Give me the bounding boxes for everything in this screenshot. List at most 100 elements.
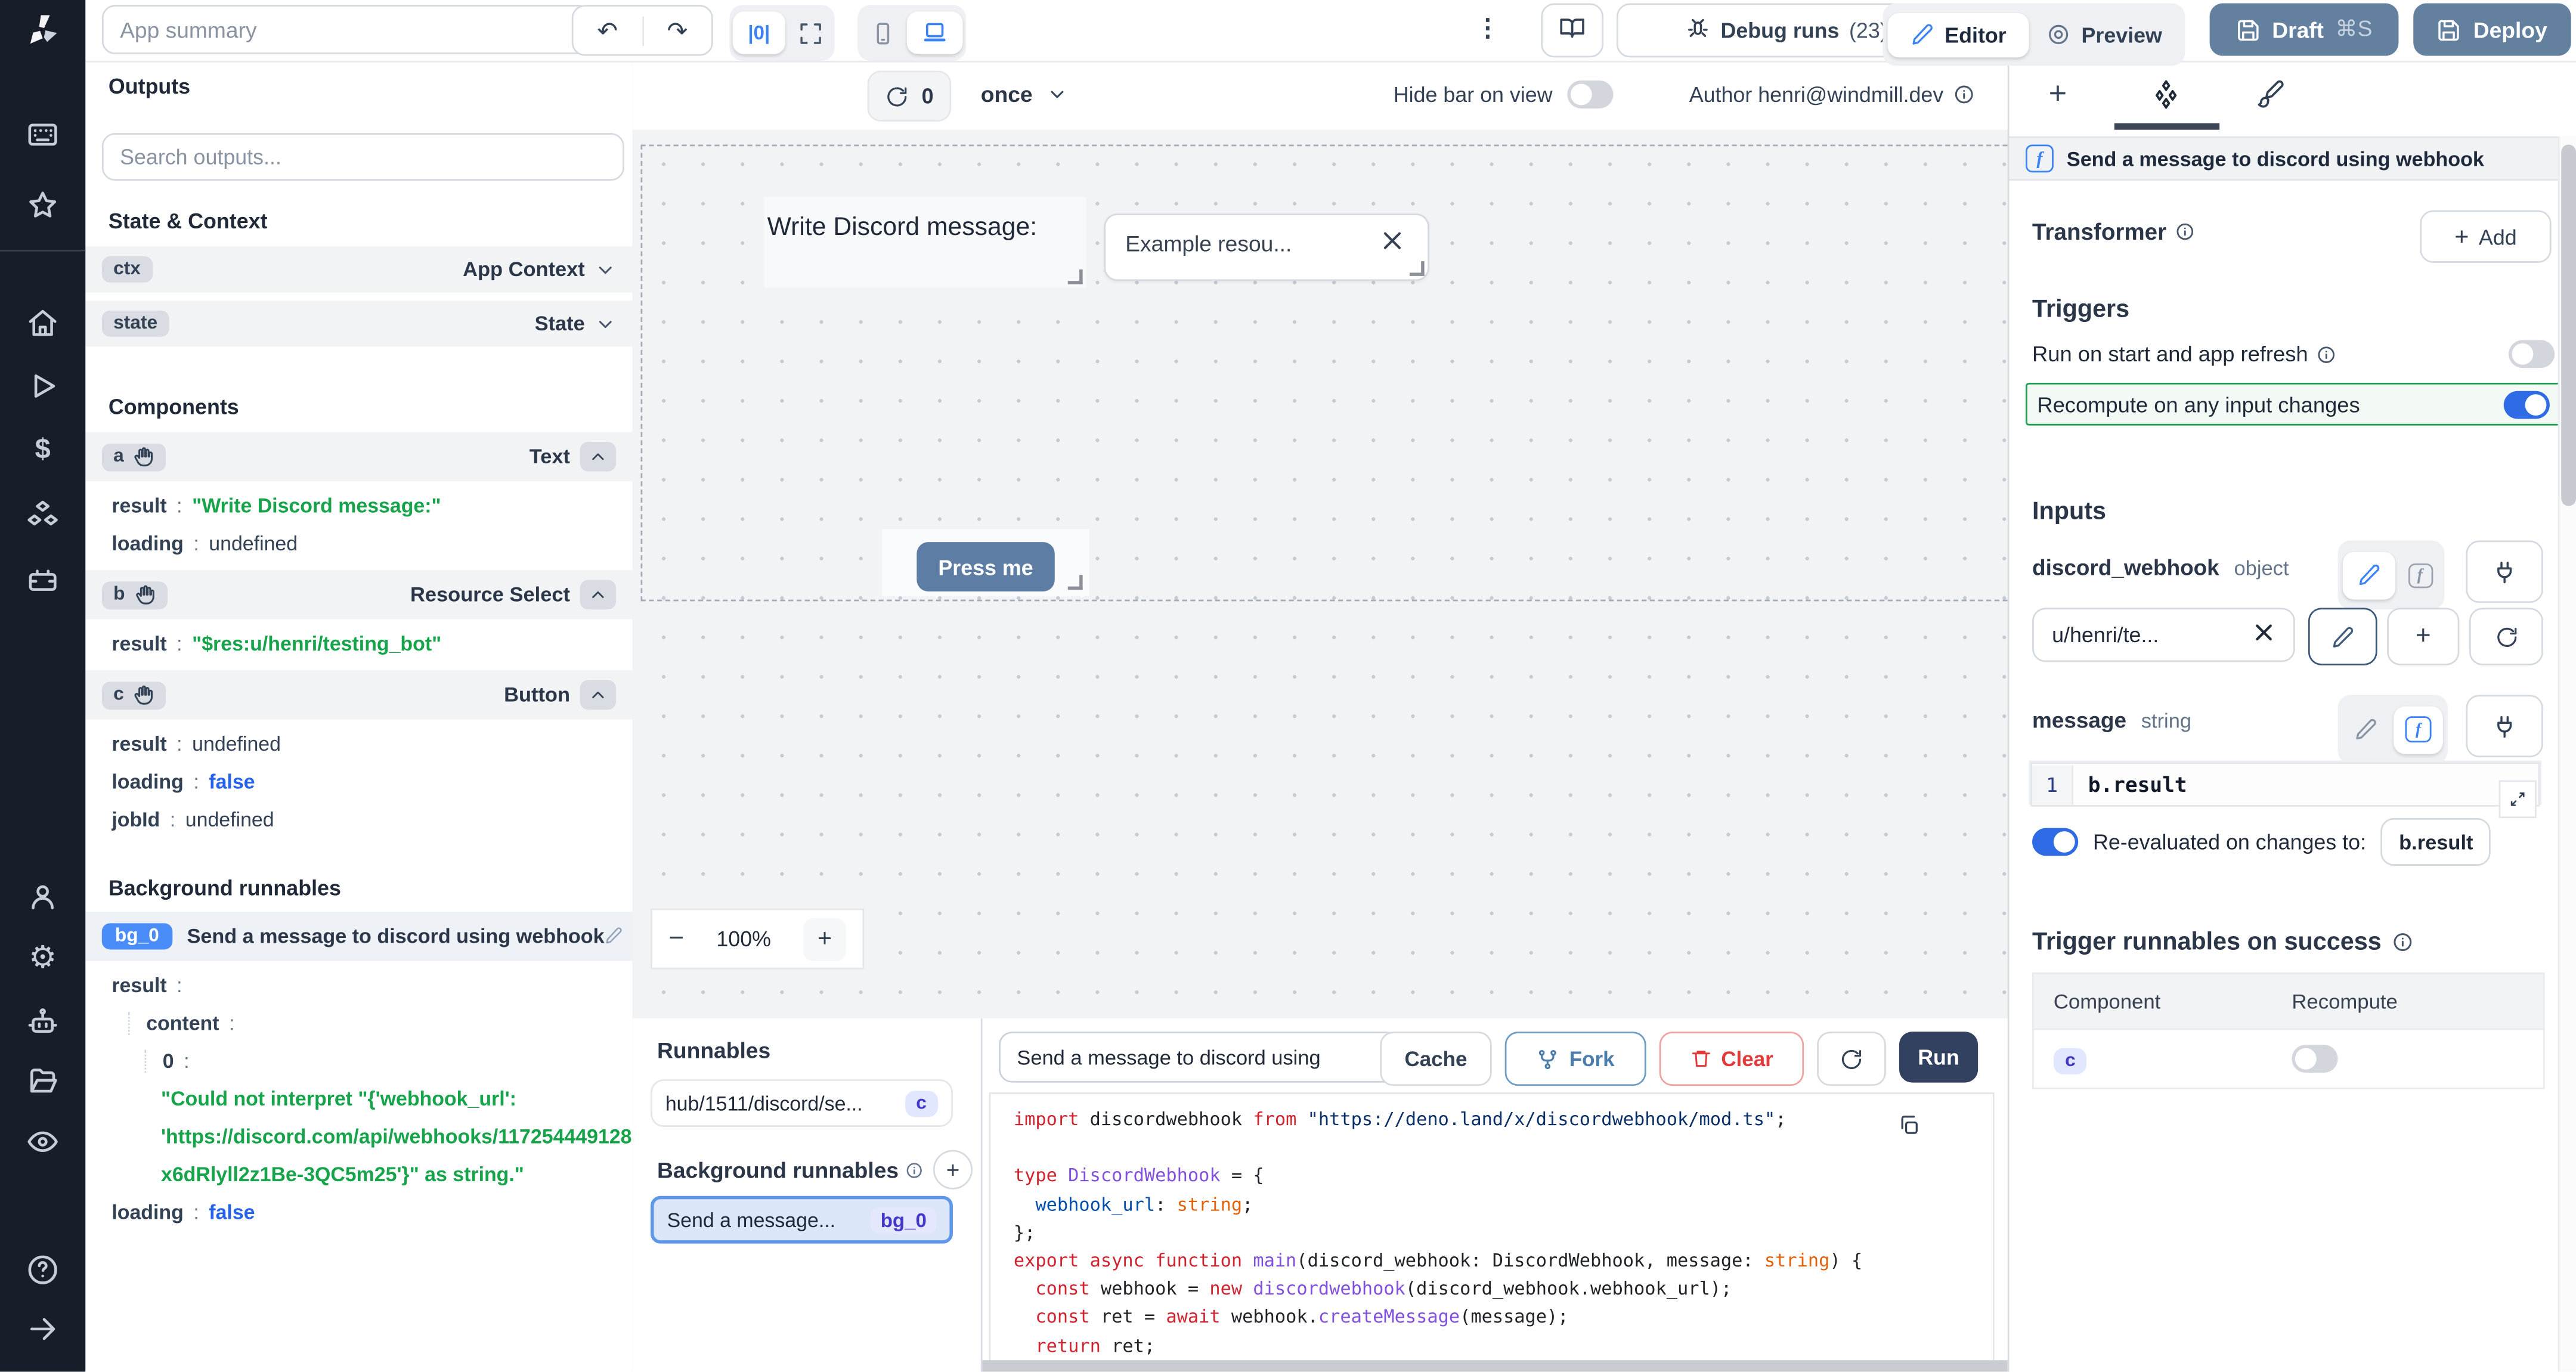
arrow-right-icon[interactable] [26,1312,59,1345]
bg-runnable-label: Send a message... [667,1208,836,1231]
chevron-up-icon[interactable] [580,680,617,710]
recompute-toggle[interactable] [2504,390,2550,418]
state-row[interactable]: state State [85,301,632,346]
reevaluate-toggle[interactable] [2032,828,2078,856]
app-summary-input[interactable]: App summary [102,5,592,54]
refresh-count-button[interactable]: 0 [868,70,952,121]
run-on-start-toggle[interactable] [2509,340,2555,368]
bg0-header[interactable]: bg_0 Send a message to discord using web… [85,912,632,961]
clipboard-copy-icon[interactable] [1897,1114,1921,1142]
press-me-button[interactable]: Press me [917,542,1054,591]
fork-button[interactable]: Fork [1505,1032,1646,1086]
tab-editor[interactable]: Editor [1888,13,2029,57]
dollar-icon[interactable]: $ [26,433,59,466]
vertical-scrollbar[interactable] [2558,137,2576,1372]
app-canvas[interactable]: Write Discord message: Example resou... … [633,130,2008,1019]
code-editor[interactable]: import discordwebhook from "https://deno… [989,1092,1995,1364]
horizontal-scrollbar[interactable] [983,1360,2008,1371]
edit-resource-button[interactable] [2308,608,2377,665]
resize-handle[interactable] [1068,575,1083,590]
style-tab-icon[interactable] [2256,79,2286,113]
bg-runnable-badge: bg_0 [871,1207,936,1233]
runnable-name-input[interactable]: Send a message to discord using [999,1032,1400,1082]
run-button[interactable]: Run [1899,1032,1978,1082]
boxes-icon[interactable] [26,500,59,532]
input2-expression-editor[interactable]: 1 b.result [2029,761,2542,805]
refresh-code-button[interactable] [1817,1032,1886,1086]
help-icon[interactable] [26,1253,59,1286]
desktop-icon[interactable] [907,11,963,54]
worker-icon[interactable] [26,1005,59,1038]
text-component-cell[interactable]: Write Discord message: [764,197,1086,288]
chevron-up-icon[interactable] [580,580,617,610]
frequency-select[interactable]: once [981,70,1067,118]
draft-button[interactable]: Draft ⌘S [2210,4,2399,56]
user-icon[interactable] [26,881,59,913]
clear-resource-icon[interactable] [2252,621,2275,649]
reevaluate-chip[interactable]: b.result [2381,818,2491,866]
eval-mode-function-icon[interactable]: f [2400,563,2439,587]
hide-bar-toggle[interactable] [1567,80,1613,109]
cache-button[interactable]: Cache [1380,1032,1491,1086]
gear-icon[interactable]: ⚙ [26,943,59,975]
clear-selection-icon[interactable] [1380,228,1404,258]
resize-handle[interactable] [1410,261,1425,276]
home-icon[interactable] [26,307,59,340]
topbar: App summary ↶ ↷ |0| ⋮ Debug runs (23) Ed… [85,0,2576,63]
add-bg-runnable-button[interactable]: + [933,1150,973,1190]
component-a-header[interactable]: a Text [85,432,632,482]
input2-connect-button[interactable] [2466,695,2543,757]
runnable-item[interactable]: hub/1511/discord/se... c [651,1079,953,1127]
eval-mode-function-icon[interactable]: f [2394,705,2443,753]
button-component-cell[interactable]: Press me [882,529,1089,596]
scrollbar-thumb[interactable] [2561,144,2576,506]
fullscreen-icon[interactable] [788,20,831,45]
mobile-icon[interactable] [861,20,904,45]
component-c-chip: c [2054,1048,2087,1074]
deploy-button[interactable]: Deploy [2413,4,2571,56]
row-recompute-toggle[interactable] [2292,1045,2337,1073]
ctx-row[interactable]: ctx App Context [85,246,632,292]
zoom-in-icon[interactable]: + [803,918,846,961]
book-icon [1559,15,1586,46]
resource-select-component[interactable]: Example resou... [1104,213,1429,281]
bg-runnable-item-selected[interactable]: Send a message... bg_0 [651,1196,953,1244]
components-tab-icon[interactable] [2150,79,2181,115]
star-icon[interactable] [26,189,59,222]
zoom-out-icon[interactable]: − [668,924,684,954]
eye-icon[interactable] [26,1125,59,1158]
input1-resource-box[interactable]: u/henri/te... [2032,608,2295,662]
clear-button[interactable]: Clear [1659,1032,1804,1086]
input1-connect-button[interactable] [2466,540,2543,603]
chevron-down-icon[interactable] [595,259,616,280]
add-tab-icon[interactable]: + [2049,77,2067,113]
undo-icon[interactable]: ↶ [574,16,643,45]
chevron-down-icon[interactable] [595,313,616,335]
static-mode-pencil-icon[interactable] [2343,551,2395,599]
app-grid-icon[interactable] [26,118,59,151]
windmill-logo[interactable] [21,10,64,53]
component-c-header[interactable]: c Button [85,670,632,720]
docs-button[interactable] [1541,4,1603,58]
static-mode-pencil-icon[interactable] [2343,718,2389,741]
component-b-badge: b [102,581,168,609]
tab-preview[interactable]: Preview [2029,13,2180,57]
prop-value: "$res:u/henri/testing_bot" [192,633,441,656]
search-outputs-input[interactable]: Search outputs... [102,133,624,181]
folder-icon[interactable] [26,1064,59,1097]
add-transformer-button[interactable]: +Add [2420,210,2551,263]
refresh-resource-button[interactable] [2469,608,2543,665]
chevron-up-icon[interactable] [580,442,617,472]
component-a-type: Text [530,445,570,469]
expand-editor-icon[interactable] [2499,781,2537,818]
resize-handle[interactable] [1068,270,1083,284]
kebab-menu-icon[interactable]: ⋮ [1475,13,1501,43]
align-columns-button[interactable]: |0| [733,11,785,54]
draft-label: Draft [2272,17,2324,42]
add-resource-button[interactable]: + [2387,608,2459,665]
pencil-icon[interactable] [605,924,623,949]
play-icon[interactable] [26,370,59,402]
component-b-header[interactable]: b Resource Select [85,570,632,620]
redo-icon[interactable]: ↷ [643,16,711,45]
toolbox-icon[interactable] [26,563,59,596]
